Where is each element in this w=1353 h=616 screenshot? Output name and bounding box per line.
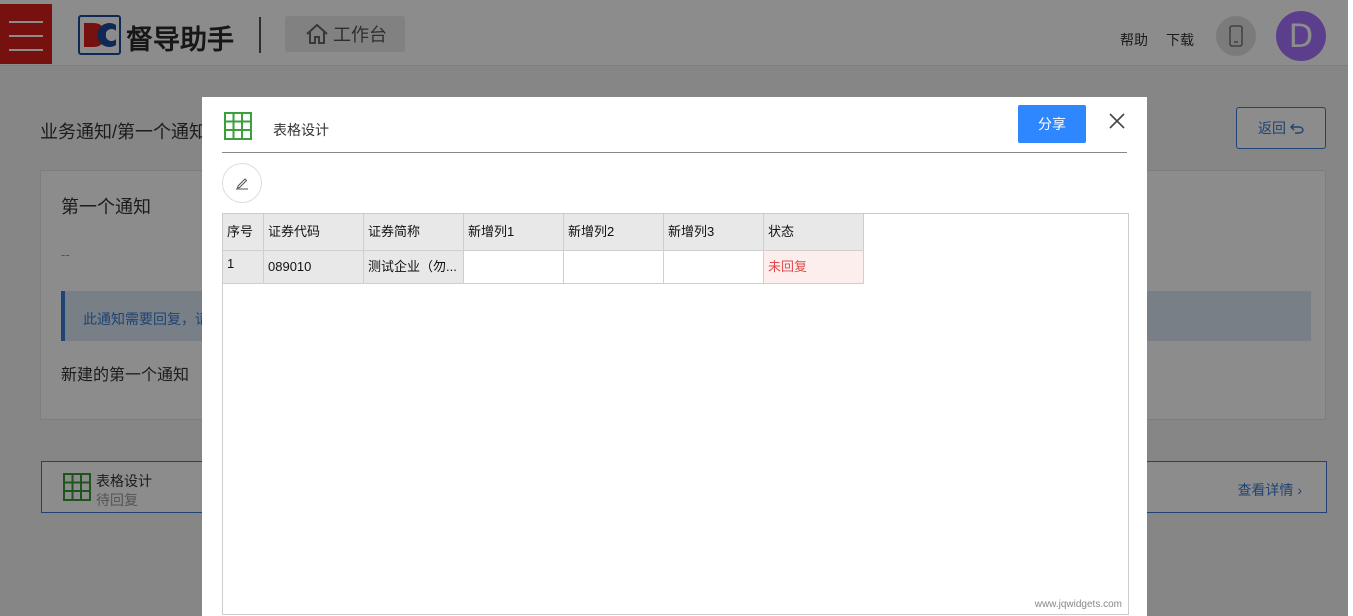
column-header[interactable]: 新增列1	[464, 214, 564, 251]
dialog-divider	[222, 152, 1127, 153]
table-icon	[224, 112, 252, 140]
scrollbar[interactable]	[1348, 0, 1353, 616]
table-cell[interactable]	[564, 251, 664, 284]
dialog-title: 表格设计	[273, 122, 329, 138]
column-header[interactable]: 证券简称	[364, 214, 464, 251]
table-cell[interactable]: 089010	[264, 251, 364, 284]
close-icon[interactable]	[1108, 112, 1126, 130]
column-header[interactable]: 序号	[223, 214, 264, 251]
table-row[interactable]: 1 089010 测试企业（勿... 未回复	[223, 251, 864, 284]
table-cell[interactable]: 1	[223, 251, 264, 284]
table-design-dialog: 表格设计 分享 序号 证券代码 证券简称 新增列1 新增列2 新增列3 状态 1…	[202, 97, 1147, 616]
pencil-icon	[236, 178, 248, 190]
share-button[interactable]: 分享	[1018, 105, 1086, 143]
status-cell[interactable]: 未回复	[764, 251, 864, 284]
edit-button[interactable]	[222, 163, 262, 203]
grid-header-row: 序号 证券代码 证券简称 新增列1 新增列2 新增列3 状态	[223, 214, 864, 251]
table-cell[interactable]	[464, 251, 564, 284]
table-cell[interactable]: 测试企业（勿...	[364, 251, 464, 284]
column-header[interactable]: 新增列3	[664, 214, 764, 251]
column-header[interactable]: 状态	[764, 214, 864, 251]
column-header[interactable]: 证券代码	[264, 214, 364, 251]
data-grid: 序号 证券代码 证券简称 新增列1 新增列2 新增列3 状态 1 089010 …	[222, 213, 1129, 615]
grid-watermark: www.jqwidgets.com	[1034, 599, 1122, 610]
table-cell[interactable]	[664, 251, 764, 284]
column-header[interactable]: 新增列2	[564, 214, 664, 251]
